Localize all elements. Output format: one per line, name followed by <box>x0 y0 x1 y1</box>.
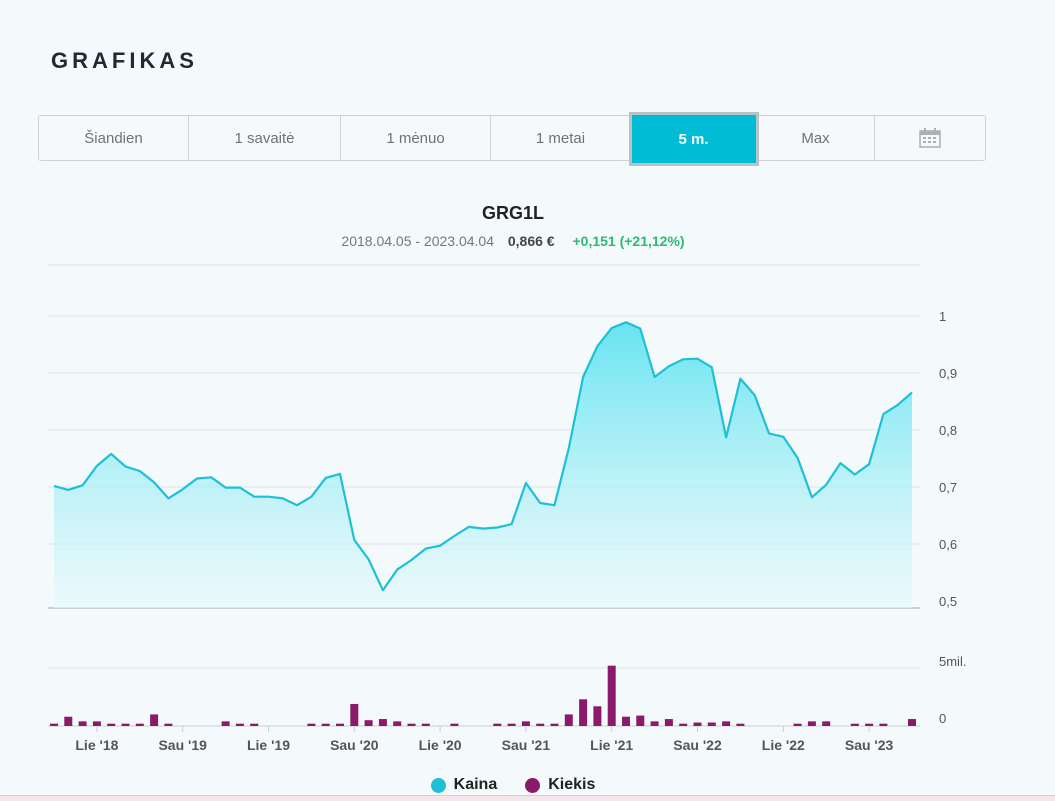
volume-bar <box>236 724 244 726</box>
volume-bar <box>708 723 716 726</box>
volume-axis-label: 5mil. <box>939 654 966 669</box>
x-tick-label: Sau '21 <box>502 737 551 753</box>
volume-bar <box>350 704 358 726</box>
price-axis-label: 0,5 <box>939 594 957 609</box>
range-5y-button[interactable]: 5 m. <box>631 114 757 164</box>
volume-bar <box>608 666 616 726</box>
volume-bar <box>408 724 416 726</box>
volume-bar <box>536 724 544 726</box>
volume-bar <box>865 724 873 726</box>
volume-bar <box>450 724 458 726</box>
volume-bar <box>808 721 816 726</box>
volume-bar <box>122 724 130 726</box>
volume-bar <box>365 720 373 726</box>
volume-bar <box>665 719 673 726</box>
price-axis-label: 0,6 <box>939 537 957 552</box>
x-tick-label: Lie '19 <box>247 737 290 753</box>
legend-label-kiekis: Kiekis <box>548 776 595 794</box>
volume-bar <box>307 724 315 726</box>
price-change: +0,151 (+21,12%) <box>572 233 684 249</box>
volume-bar <box>651 721 659 726</box>
volume-bar <box>164 724 172 726</box>
volume-bar <box>636 716 644 726</box>
calendar-button[interactable] <box>875 116 985 160</box>
x-tick-label: Sau '20 <box>330 737 379 753</box>
x-tick-label: Lie '18 <box>75 737 118 753</box>
volume-bar <box>79 721 87 726</box>
legend-label-kaina: Kaina <box>454 776 498 794</box>
last-price: 0,866 € <box>508 233 555 249</box>
range-selector: Šiandien 1 savaitė 1 mėnuo 1 metai 5 m. … <box>38 115 986 161</box>
volume-bar <box>879 724 887 726</box>
volume-bar <box>64 717 72 726</box>
volume-axis-label: 0 <box>939 711 946 726</box>
volume-bar <box>522 721 530 726</box>
page-title: GRAFIKAS <box>51 48 198 74</box>
date-range: 2018.04.05 - 2023.04.04 <box>341 233 494 249</box>
volume-bar <box>722 721 730 726</box>
chart-summary: 2018.04.05 - 2023.04.04 0,866 € +0,151 (… <box>0 233 1026 249</box>
volume-bar <box>493 724 501 726</box>
range-month-button[interactable]: 1 mėnuo <box>341 116 491 160</box>
volume-bar <box>593 706 601 726</box>
volume-bar <box>322 724 330 726</box>
volume-bar <box>222 721 230 726</box>
volume-bar <box>50 724 58 726</box>
volume-bar <box>851 724 859 726</box>
calendar-icon <box>919 128 941 148</box>
volume-bar <box>93 721 101 726</box>
range-year-button[interactable]: 1 metai <box>491 116 631 160</box>
price-axis-label: 0,8 <box>939 423 957 438</box>
price-area <box>54 322 912 608</box>
price-axis-label: 1 <box>939 309 946 324</box>
price-axis-label: 0,9 <box>939 366 957 381</box>
range-today-button[interactable]: Šiandien <box>39 116 189 160</box>
volume-bar <box>150 714 158 726</box>
chart-legend: Kaina Kiekis <box>0 776 1026 794</box>
x-tick-label: Sau '22 <box>673 737 722 753</box>
volume-bar <box>822 721 830 726</box>
volume-bar <box>508 724 516 726</box>
legend-item-kiekis[interactable]: Kiekis <box>525 776 595 794</box>
x-tick-label: Lie '21 <box>590 737 633 753</box>
volume-bar <box>794 724 802 726</box>
volume-bar <box>679 724 687 726</box>
volume-bar <box>393 721 401 726</box>
volume-bar <box>422 724 430 726</box>
volume-bar <box>136 724 144 726</box>
volume-bar <box>579 699 587 726</box>
x-tick-label: Lie '20 <box>419 737 462 753</box>
volume-bar <box>336 724 344 726</box>
bottom-strip <box>0 795 1055 801</box>
x-tick-label: Sau '19 <box>158 737 207 753</box>
volume-bar <box>565 714 573 726</box>
volume-bar <box>551 724 559 726</box>
price-volume-chart: 0,5 0,6 0,7 0,8 0,9 1 0 5mil. Lie '18 Sau '19 Lie… <box>0 250 1055 770</box>
legend-item-kaina[interactable]: Kaina <box>431 776 498 794</box>
volume-bar <box>379 719 387 726</box>
legend-swatch-kaina <box>431 778 446 793</box>
volume-bar <box>736 724 744 726</box>
volume-bar <box>622 717 630 726</box>
legend-swatch-kiekis <box>525 778 540 793</box>
volume-bar <box>694 723 702 726</box>
x-tick-label: Sau '23 <box>845 737 894 753</box>
x-tick-label: Lie '22 <box>762 737 805 753</box>
volume-bar <box>250 724 258 726</box>
range-max-button[interactable]: Max <box>757 116 875 160</box>
volume-bar <box>107 724 115 726</box>
range-week-button[interactable]: 1 savaitė <box>189 116 341 160</box>
volume-bar <box>908 719 916 726</box>
price-axis-label: 0,7 <box>939 480 957 495</box>
chart-ticker: GRG1L <box>0 203 1026 224</box>
